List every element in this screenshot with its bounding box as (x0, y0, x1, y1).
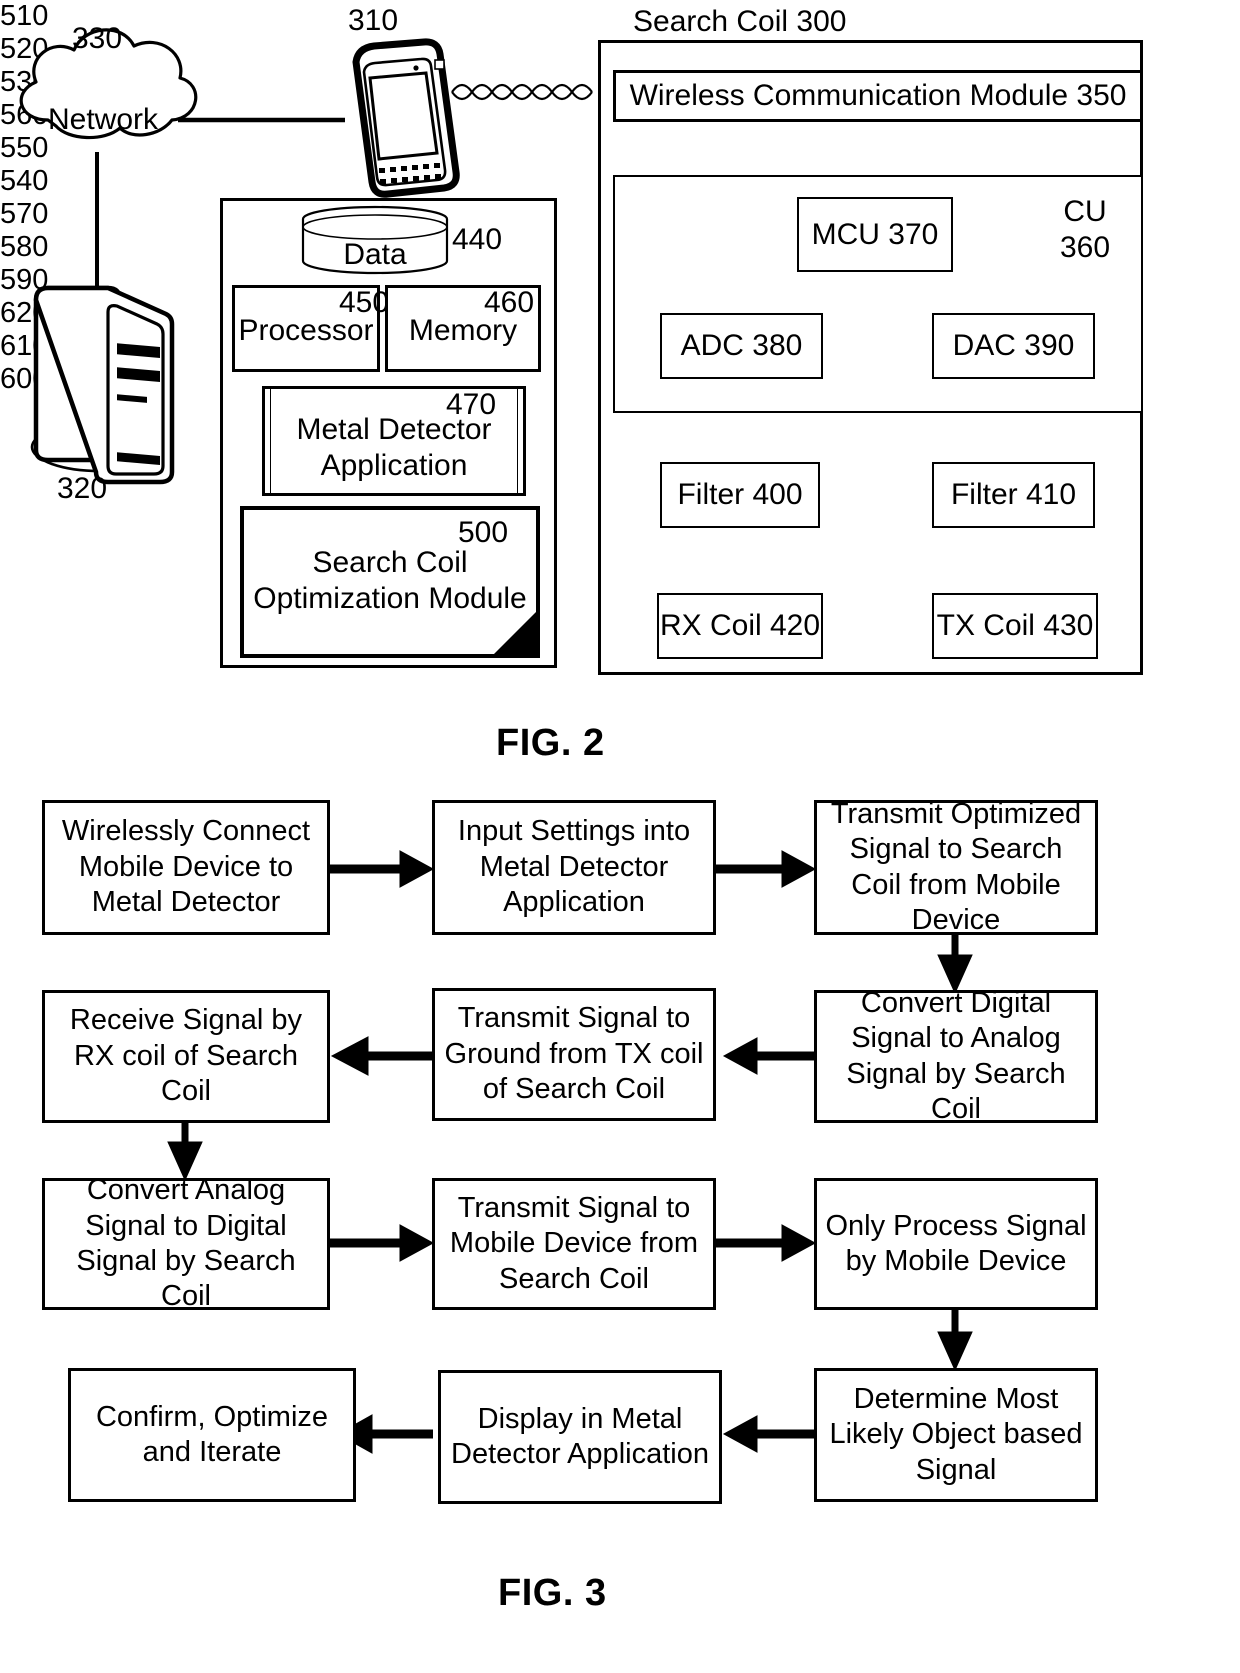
ref-500: 500 (458, 516, 509, 549)
figure-2-caption: FIG. 2 (496, 722, 605, 764)
flow-step-620: Confirm, Optimize and Iterate (68, 1368, 356, 1502)
filter-400-label: Filter 400 (677, 478, 803, 512)
module-corner-marker (494, 612, 536, 654)
flow-step-600: Determine Most Likely Object based Signa… (814, 1368, 1098, 1502)
flow-step-510: Wirelessly Connect Mobile Device to Meta… (42, 800, 330, 935)
tx-coil-box: TX Coil 430 (932, 593, 1098, 659)
cu-label-line2: 360 (1059, 231, 1111, 264)
flow-step-570-label: Convert Analog Signal to Digital Signal … (76, 1174, 296, 1313)
search-coil-optimization-module-label: Search Coil Optimization Module (253, 546, 527, 615)
flow-step-530: Transmit Optimized Signal to Search Coil… (814, 798, 1098, 936)
flow-step-570: Convert Analog Signal to Digital Signal … (42, 1174, 330, 1312)
flow-step-600-label: Determine Most Likely Object based Signa… (829, 1382, 1083, 1486)
ref-330: 330 (72, 22, 123, 55)
rx-coil-label: RX Coil 420 (659, 609, 821, 643)
metal-detector-application-label: Metal Detector Application (296, 413, 492, 482)
flow-step-610: Display in Metal Detector Application (438, 1370, 722, 1504)
flow-step-550-label: Transmit Signal to Ground from TX coil o… (444, 1002, 704, 1106)
flow-step-540: Convert Digital Signal to Analog Signal … (814, 987, 1098, 1125)
flow-step-540-label: Convert Digital Signal to Analog Signal … (846, 986, 1066, 1125)
flow-arrow-540-550 (722, 1037, 815, 1075)
flow-arrow-530-540 (937, 935, 973, 995)
ref-510: 510 (0, 0, 49, 32)
flow-arrow-600-610 (722, 1415, 815, 1453)
dac-box: DAC 390 (932, 313, 1095, 379)
tx-coil-label: TX Coil 430 (936, 609, 1094, 643)
filter-410-box: Filter 410 (932, 462, 1095, 528)
filter-410-label: Filter 410 (950, 478, 1077, 512)
memory-label: Memory (408, 314, 518, 347)
wireless-communication-module-box: Wireless Communication Module 350 (613, 70, 1143, 122)
flow-step-620-label: Confirm, Optimize and Iterate (95, 1400, 329, 1468)
cu-label: CU 360 (1040, 194, 1130, 266)
cu-label-line1: CU (1063, 195, 1107, 228)
ref-310: 310 (348, 4, 399, 37)
adc-label: ADC 380 (680, 329, 803, 363)
rx-coil-box: RX Coil 420 (657, 593, 823, 659)
flow-arrow-580-590 (716, 1224, 817, 1262)
flow-step-520-label: Input Settings into Metal Detector Appli… (457, 815, 691, 919)
flow-step-590-label: Only Process Signal by Mobile Device (825, 1209, 1087, 1277)
flow-arrow-520-530 (716, 850, 817, 888)
flow-arrow-510-520 (330, 850, 435, 888)
flow-step-520: Input Settings into Metal Detector Appli… (432, 800, 716, 935)
flow-arrow-560-570 (167, 1122, 203, 1182)
search-coil-title: Search Coil 300 (633, 5, 847, 38)
ref-440: 440 (452, 223, 503, 256)
flow-step-580: Transmit Signal to Mobile Device from Se… (432, 1178, 716, 1310)
mcu-box: MCU 370 (797, 197, 953, 272)
dac-label: DAC 390 (952, 329, 1075, 363)
flow-step-560-label: Receive Signal by RX coil of Search Coil (69, 1004, 303, 1108)
flow-arrow-570-580 (330, 1224, 435, 1262)
network-label: Network (48, 103, 159, 136)
flow-step-550: Transmit Signal to Ground from TX coil o… (432, 988, 716, 1121)
flow-arrow-550-560 (330, 1036, 433, 1076)
processor-label: Processor (238, 314, 374, 347)
filter-400-box: Filter 400 (660, 462, 820, 528)
flow-step-530-label: Transmit Optimized Signal to Search Coil… (830, 797, 1082, 936)
flow-arrow-590-600 (937, 1310, 973, 1372)
wireless-communication-module-label: Wireless Communication Module 350 (629, 79, 1127, 113)
ref-320: 320 (57, 472, 108, 505)
patent-figure-sheet: 330 310 320 Network Data 440 450 Process… (0, 0, 1240, 1673)
flow-step-590: Only Process Signal by Mobile Device (814, 1178, 1098, 1310)
figure-3-caption: FIG. 3 (498, 1572, 607, 1614)
flow-step-580-label: Transmit Signal to Mobile Device from Se… (449, 1191, 699, 1295)
flow-step-510-label: Wirelessly Connect Mobile Device to Meta… (61, 815, 311, 919)
flow-step-610-label: Display in Metal Detector Application (451, 1402, 709, 1470)
adc-box: ADC 380 (660, 313, 823, 379)
data-store-label: Data (343, 238, 407, 271)
flow-step-560: Receive Signal by RX coil of Search Coil (42, 990, 330, 1123)
mcu-label: MCU 370 (811, 217, 939, 251)
